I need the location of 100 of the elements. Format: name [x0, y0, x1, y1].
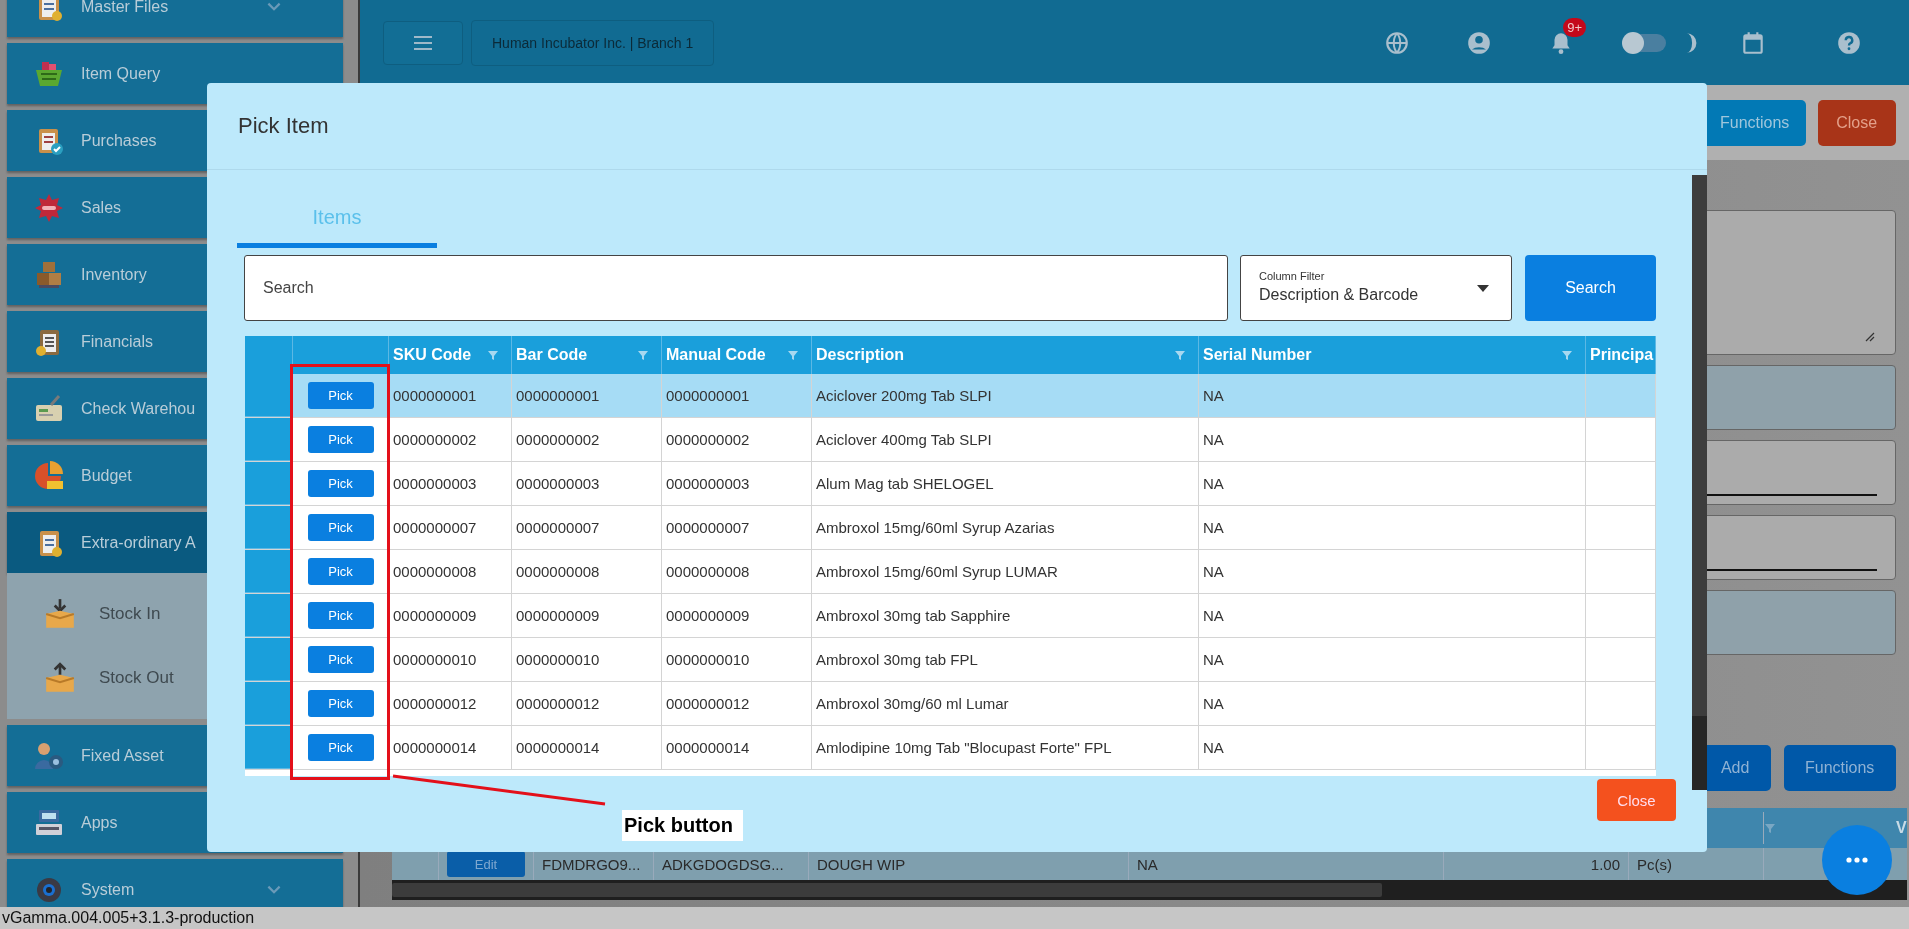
column-header: Serial Number	[1203, 346, 1312, 364]
pie-chart-icon	[33, 459, 65, 492]
table-cell: NA	[1199, 594, 1586, 637]
table-row[interactable]: Pick 0000000009 0000000009 0000000009 Ambroxol 30mg tab Sapphire NA	[245, 594, 1656, 638]
column-header: Manual Code	[666, 346, 766, 364]
table-cell: 0000000001	[389, 374, 512, 417]
table-cell: NA	[1199, 374, 1586, 417]
table-cell: Alum Mag tab SHELOGEL	[812, 462, 1199, 505]
table-cell: 0000000001	[662, 374, 812, 417]
table-cell: 0000000014	[389, 726, 512, 769]
table-cell: Ambroxol 30mg tab FPL	[812, 638, 1199, 681]
table-cell: 0000000008	[389, 550, 512, 593]
filter-icon[interactable]	[1561, 349, 1573, 361]
column-filter-dropdown[interactable]: Column Filter Description & Barcode	[1240, 255, 1512, 321]
table-cell: NA	[1199, 726, 1586, 769]
caret-icon	[1477, 285, 1489, 293]
table-cell: 0000000007	[512, 506, 662, 549]
search-field[interactable]: Search	[244, 255, 1228, 321]
functions-button[interactable]: Functions	[1783, 745, 1896, 791]
table-cell: NA	[1199, 682, 1586, 725]
sidebar-item[interactable]: Master Files	[7, 0, 343, 37]
table-row[interactable]: Pick 0000000002 0000000002 0000000002 Aciclover 400mg Tab SLPI NA	[245, 418, 1656, 462]
filter-icon[interactable]	[1174, 349, 1186, 361]
column-header: V	[1896, 819, 1907, 837]
pick-button[interactable]: Pick	[307, 514, 374, 541]
table-cell: 0000000010	[512, 638, 662, 681]
filter-icon[interactable]	[487, 349, 499, 361]
sidebar-item[interactable]: System	[7, 859, 343, 907]
close-button[interactable]: Close	[1597, 779, 1676, 821]
table-cell: 0000000008	[662, 550, 812, 593]
table-cell: NA	[1199, 462, 1586, 505]
table-row[interactable]: Pick 0000000001 0000000001 0000000001 Aciclover 200mg Tab SLPI NA	[245, 374, 1656, 418]
menu-button[interactable]	[383, 20, 463, 65]
pick-button[interactable]: Pick	[307, 734, 374, 761]
version-label: vGamma.004.005+3.1.3-production	[2, 909, 255, 927]
dialog-title: Pick Item	[238, 113, 329, 139]
table-cell: Ambroxol 15mg/60ml Syrup LUMAR	[812, 550, 1199, 593]
pick-button[interactable]: Pick	[307, 558, 374, 585]
table-cell: 0000000002	[662, 418, 812, 461]
table-cell: 0000000001	[512, 374, 662, 417]
table-cell: NA	[1199, 506, 1586, 549]
table-cell: Ambroxol 30mg tab Sapphire	[812, 594, 1199, 637]
globe-icon[interactable]	[1384, 29, 1411, 56]
filter-icon[interactable]	[637, 349, 649, 361]
table-cell: 0000000012	[662, 682, 812, 725]
more-icon	[1845, 856, 1869, 864]
scrollbar[interactable]	[392, 880, 1907, 900]
table-cell: NA	[1199, 418, 1586, 461]
table-cell: 0000000012	[389, 682, 512, 725]
table-cell: 0000000009	[389, 594, 512, 637]
scrollbar[interactable]	[1692, 175, 1707, 790]
search-button[interactable]: Search	[1525, 255, 1656, 321]
close-button[interactable]: Close	[1817, 99, 1896, 146]
table-cell: Ambroxol 15mg/60ml Syrup Azarias	[812, 506, 1199, 549]
edit-button[interactable]: Edit	[447, 851, 525, 877]
table-row[interactable]: Pick 0000000008 0000000008 0000000008 Ambroxol 15mg/60ml Syrup LUMAR NA	[245, 550, 1656, 594]
pick-button[interactable]: Pick	[307, 602, 374, 629]
table-cell: 0000000014	[662, 726, 812, 769]
table-cell: NA	[1199, 550, 1586, 593]
table-row[interactable]: Pick 0000000014 0000000014 0000000014 Amlodipine 10mg Tab "Blocupast Forte" FPL NA	[245, 726, 1656, 770]
table-cell: 0000000003	[512, 462, 662, 505]
pick-button[interactable]: Pick	[307, 470, 374, 497]
table-cell: 0000000008	[512, 550, 662, 593]
pick-button[interactable]: Pick	[307, 690, 374, 717]
table-cell: 0000000010	[389, 638, 512, 681]
theme-toggle[interactable]	[1624, 33, 1667, 52]
pick-button[interactable]: Pick	[307, 646, 374, 673]
table-row[interactable]: Pick 0000000010 0000000010 0000000010 Ambroxol 30mg tab FPL NA	[245, 638, 1656, 682]
table-row[interactable]: Pick 0000000007 0000000007 0000000007 Ambroxol 15mg/60ml Syrup Azarias NA	[245, 506, 1656, 550]
table-cell: Amlodipine 10mg Tab "Blocupast Forte" FPL	[812, 726, 1199, 769]
box-up-icon	[43, 661, 77, 695]
table-cell: 0000000012	[512, 682, 662, 725]
table-cell: 0000000009	[512, 594, 662, 637]
table-cell: 0000000014	[512, 726, 662, 769]
table-cell: Aciclover 400mg Tab SLPI	[812, 418, 1199, 461]
table-row[interactable]: Pick 0000000012 0000000012 0000000012 Ambroxol 30mg/60 ml Lumar NA	[245, 682, 1656, 726]
table-cell: 0000000007	[662, 506, 812, 549]
pick-button[interactable]: Pick	[307, 426, 374, 453]
table-row[interactable]: Pick 0000000003 0000000003 0000000003 Alum Mag tab SHELOGEL NA	[245, 462, 1656, 506]
table-cell: 0000000003	[389, 462, 512, 505]
table-cell: 0000000002	[389, 418, 512, 461]
company-branch-label[interactable]: Human Incubator Inc. | Branch 1	[471, 19, 715, 66]
column-header: SKU Code	[393, 346, 472, 364]
notification-badge: 9+	[1563, 17, 1587, 37]
table-cell: 0000000009	[662, 594, 812, 637]
table-cell: 0000000007	[389, 506, 512, 549]
table-cell: 0000000002	[512, 418, 662, 461]
table-cell: Ambroxol 30mg/60 ml Lumar	[812, 682, 1199, 725]
column-header: Description	[816, 346, 904, 364]
account-icon[interactable]	[1466, 29, 1493, 56]
filter-icon[interactable]	[787, 349, 799, 361]
table-cell: 0000000003	[662, 462, 812, 505]
pick-button[interactable]: Pick	[307, 382, 374, 409]
table-cell: NA	[1199, 638, 1586, 681]
column-header: Bar Code	[516, 346, 588, 364]
table-cell: 0000000010	[662, 638, 812, 681]
help-icon[interactable]	[1836, 29, 1863, 56]
column-header: Principa	[1590, 346, 1654, 364]
table-cell: Aciclover 200mg Tab SLPI	[812, 374, 1199, 417]
resize-grip-icon	[1864, 332, 1875, 342]
